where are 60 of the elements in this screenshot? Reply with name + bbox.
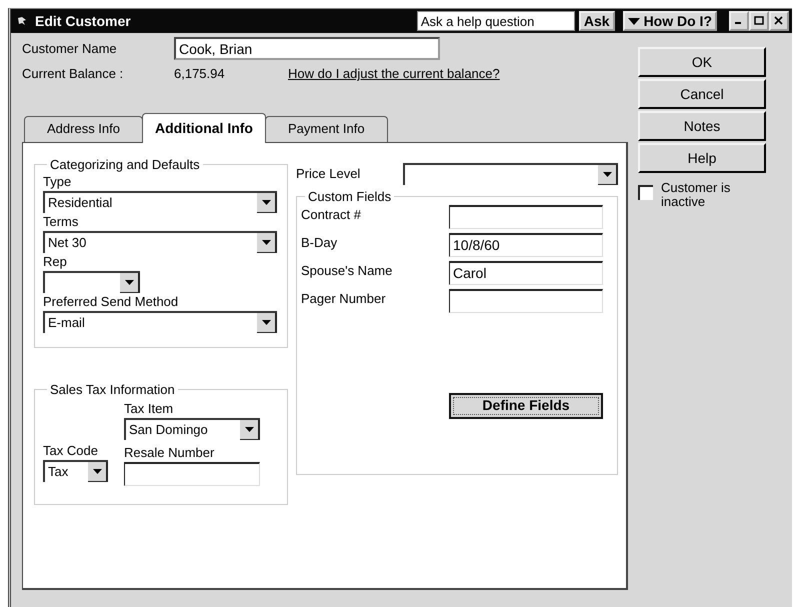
text-field[interactable]: [449, 288, 603, 312]
field-label: Pager Number: [301, 290, 386, 308]
field-label: Spouse's Name: [301, 262, 392, 280]
dialog-button[interactable]: Help: [638, 143, 766, 173]
checkbox[interactable]: [638, 185, 653, 200]
caret-icon: [628, 18, 640, 24]
field-label: Tax Code: [43, 442, 99, 460]
field-label: Tax Item: [124, 400, 174, 418]
ask-button[interactable]: Ask: [578, 11, 615, 31]
text-field[interactable]: [124, 462, 260, 486]
caret-icon: [92, 468, 102, 474]
customer-name-field[interactable]: Cook, Brian: [174, 37, 440, 60]
dropdown-field[interactable]: E-mail: [43, 310, 277, 332]
minimize-button[interactable]: [729, 11, 749, 31]
field-label: Preferred Send Method: [43, 292, 180, 310]
help-question-field[interactable]: Ask a help question: [416, 11, 575, 31]
tab[interactable]: Additional Info: [142, 112, 266, 142]
caret-icon: [262, 320, 270, 324]
help-link[interactable]: How do I adjust the current balance?: [288, 64, 500, 84]
dropdown-field[interactable]: San Domingo: [124, 418, 260, 440]
balance-value: 6,175.94: [174, 65, 226, 83]
field-label: Resale Number: [124, 444, 216, 462]
window-title: Edit Customer: [35, 12, 132, 30]
dropdown-field[interactable]: Tax: [43, 460, 108, 482]
dialog-button[interactable]: Notes: [638, 111, 766, 141]
dialog-button[interactable]: Cancel: [638, 79, 766, 109]
caret-icon: [244, 426, 254, 432]
group-title: Custom Fields: [307, 188, 392, 204]
tab[interactable]: Address Info: [24, 116, 143, 142]
dropdown-field[interactable]: Residential: [43, 190, 277, 212]
field-label: Type: [43, 172, 72, 190]
group-title: Categorizing and Defaults: [49, 156, 201, 172]
define-fields-button[interactable]: Define Fields: [449, 392, 603, 418]
dialog-button[interactable]: OK: [638, 47, 766, 77]
close-icon: [774, 16, 784, 26]
app-icon: [17, 16, 27, 26]
field-label: Current Balance :: [22, 65, 124, 83]
caret-icon: [602, 172, 612, 176]
checkbox-label: Customer is inactive: [661, 181, 732, 209]
close-button[interactable]: [769, 11, 789, 31]
caret-icon: [124, 280, 134, 284]
maximize-button[interactable]: [749, 11, 769, 31]
group-title: Sales Tax Information: [49, 382, 176, 398]
maximize-icon: [754, 16, 764, 26]
how-do-i-button[interactable]: How Do I?: [622, 11, 717, 31]
field-label: Contract #: [301, 206, 361, 224]
text-field[interactable]: [449, 204, 603, 228]
field-label: Rep: [43, 252, 68, 270]
dropdown-field[interactable]: Net 30: [43, 230, 277, 252]
field-label: Terms: [43, 212, 80, 230]
tab[interactable]: Payment Info: [264, 116, 388, 142]
text-field[interactable]: Carol: [449, 260, 603, 284]
field-label: B-Day: [301, 234, 338, 252]
field-label: Price Level: [296, 164, 362, 183]
field-label: Customer Name: [22, 40, 118, 58]
text-field[interactable]: 10/8/60: [449, 232, 603, 256]
caret-icon: [262, 240, 270, 244]
dropdown-field[interactable]: [403, 162, 618, 184]
dropdown-field[interactable]: [43, 270, 140, 292]
caret-icon: [262, 200, 270, 204]
